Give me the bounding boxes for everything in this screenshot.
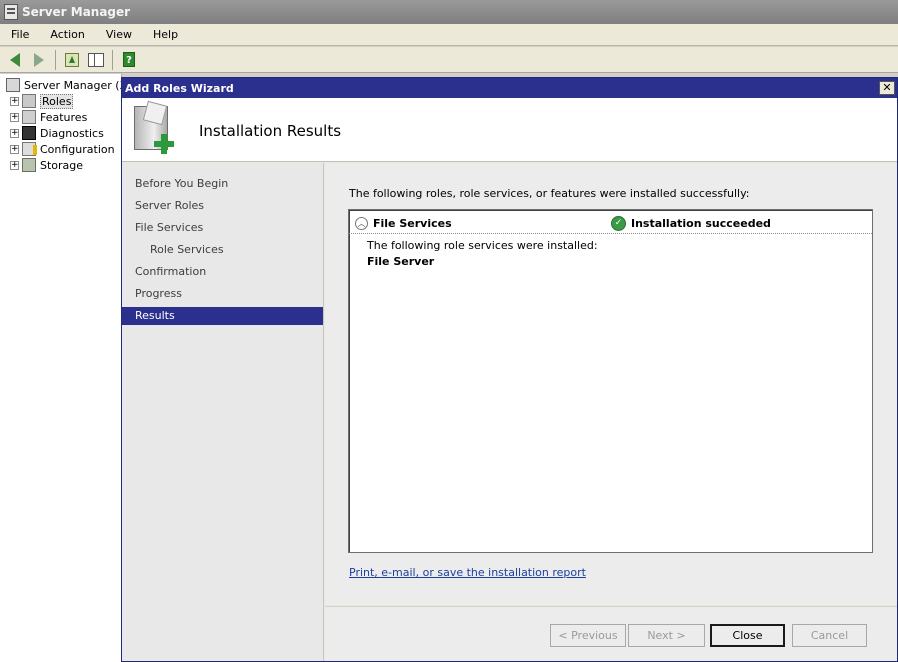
menu-file[interactable]: File	[0, 28, 39, 41]
tree-item-label: Diagnostics	[40, 126, 104, 140]
result-header-row: ︿ File Services ✓ Installation succeeded	[349, 212, 872, 234]
tree-item-server-manager[interactable]: Server Manager (XE	[6, 77, 121, 93]
help-icon: ?	[123, 52, 135, 67]
wizard-button-bar: < Previous Next > Close Cancel	[325, 606, 897, 661]
up-level-button[interactable]	[61, 49, 83, 71]
tree-item-label: Roles	[40, 93, 74, 109]
wizard-steps-nav: Before You Begin Server Roles File Servi…	[122, 163, 324, 661]
wizard-header: Installation Results	[122, 98, 897, 162]
server-icon	[6, 78, 20, 92]
result-description: The following role services were install…	[367, 239, 598, 252]
step-before-you-begin[interactable]: Before You Begin	[122, 175, 323, 193]
tree-item-label: Server Manager (XE	[24, 78, 121, 92]
tree-item-roles[interactable]: + Roles	[10, 93, 74, 109]
result-role-name: File Services	[373, 217, 452, 230]
intro-text: The following roles, role services, or f…	[349, 187, 750, 200]
expand-icon[interactable]: +	[10, 160, 19, 170]
window-title: Server Manager	[22, 5, 131, 19]
tree-item-features[interactable]: + Features	[10, 109, 87, 125]
previous-button[interactable]: < Previous	[550, 624, 626, 647]
expand-icon[interactable]: +	[10, 144, 19, 154]
menu-view[interactable]: View	[95, 28, 142, 41]
console-tree-icon	[88, 52, 104, 67]
close-icon[interactable]: ✕	[879, 81, 895, 95]
storage-icon	[22, 158, 36, 172]
tree-item-label: Configuration	[40, 142, 115, 156]
expand-icon[interactable]: +	[10, 96, 19, 106]
collapse-icon[interactable]: ︿	[355, 217, 368, 230]
tree-item-storage[interactable]: + Storage	[10, 157, 83, 173]
server-manager-titlebar: Server Manager	[0, 0, 898, 24]
wizard-titlebar: Add Roles Wizard ✕	[122, 78, 897, 98]
tree-item-label: Storage	[40, 158, 84, 172]
wizard-title: Add Roles Wizard	[125, 81, 234, 95]
back-button[interactable]	[4, 49, 26, 71]
close-button[interactable]: Close	[710, 624, 785, 647]
diagnostics-icon	[22, 126, 36, 140]
step-results[interactable]: Results	[122, 307, 323, 325]
configuration-icon	[22, 142, 37, 156]
step-confirmation[interactable]: Confirmation	[122, 263, 323, 281]
results-panel: ︿ File Services ✓ Installation succeeded…	[348, 209, 873, 553]
wizard-content: The following roles, role services, or f…	[325, 163, 897, 605]
step-file-services[interactable]: File Services	[122, 219, 323, 237]
step-role-services[interactable]: Role Services	[122, 241, 323, 259]
next-button[interactable]: Next >	[628, 624, 705, 647]
tree-item-label: Features	[40, 110, 88, 124]
toolbar: ?	[0, 47, 898, 73]
up-level-icon	[65, 52, 79, 67]
show-hide-tree-button[interactable]	[85, 49, 107, 71]
add-roles-wizard-dialog: Add Roles Wizard ✕ Installation Results …	[121, 77, 898, 662]
features-icon	[22, 110, 36, 124]
toolbar-separator	[112, 49, 113, 70]
result-status: Installation succeeded	[631, 217, 771, 230]
menu-action[interactable]: Action	[39, 28, 94, 41]
tree-item-configuration[interactable]: + Configuration	[10, 141, 115, 157]
server-manager-icon	[4, 4, 18, 20]
forward-arrow-icon	[34, 52, 44, 67]
forward-button[interactable]	[28, 49, 50, 71]
plus-icon	[154, 134, 174, 154]
expand-icon[interactable]: +	[10, 128, 19, 138]
tree-item-diagnostics[interactable]: + Diagnostics	[10, 125, 104, 141]
expand-icon[interactable]: +	[10, 112, 19, 122]
cancel-button[interactable]: Cancel	[792, 624, 867, 647]
menu-help[interactable]: Help	[142, 28, 188, 41]
back-arrow-icon	[10, 52, 20, 67]
console-tree: Server Manager (XE + Roles + Features + …	[0, 74, 122, 662]
toolbar-separator	[55, 49, 56, 70]
step-server-roles[interactable]: Server Roles	[122, 197, 323, 215]
roles-icon	[22, 94, 36, 108]
result-installed-item: File Server	[367, 255, 435, 268]
installation-report-link[interactable]: Print, e-mail, or save the installation …	[349, 566, 586, 579]
step-progress[interactable]: Progress	[122, 285, 323, 303]
success-check-icon: ✓	[611, 216, 626, 231]
page-title: Installation Results	[199, 122, 342, 140]
menu-bar: File Action View Help	[0, 24, 898, 46]
help-button[interactable]: ?	[118, 49, 140, 71]
